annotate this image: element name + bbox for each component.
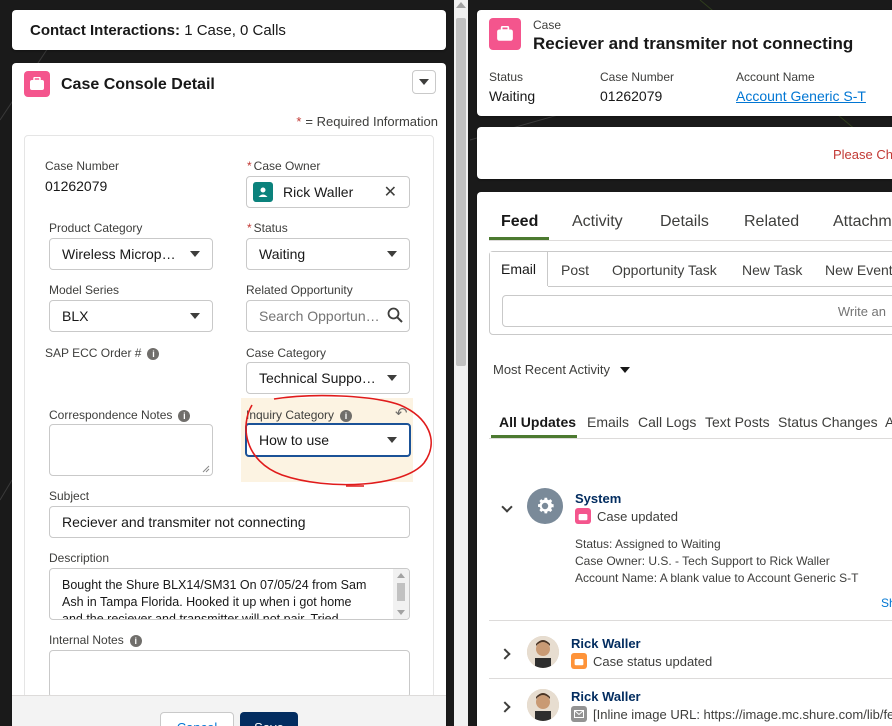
- contact-interactions-label: Contact Interactions:: [30, 22, 181, 39]
- publisher-input[interactable]: Write an: [502, 295, 892, 327]
- feed-author-rick-waller[interactable]: Rick Waller: [571, 636, 641, 651]
- sort-dropdown[interactable]: Most Recent Activity: [493, 362, 631, 377]
- scroll-up-icon[interactable]: [456, 2, 466, 8]
- avatar[interactable]: [527, 689, 559, 721]
- feed-action-text: [Inline image URL: https://image.mc.shur…: [593, 706, 892, 722]
- filter-tab-status-changes[interactable]: Status Changes: [778, 414, 878, 430]
- filter-tab-all-updates[interactable]: All Updates: [499, 414, 576, 430]
- publisher-tab-new-event[interactable]: New Event: [825, 262, 892, 278]
- feed-action: [Inline image URL: https://image.mc.shur…: [571, 706, 892, 722]
- contact-interactions-card: Contact Interactions: 1 Case, 0 Calls: [12, 10, 446, 50]
- contact-interactions-summary: 1 Case, 0 Calls: [184, 22, 286, 39]
- feed-divider: [489, 620, 892, 621]
- feed-detail-line: Case Owner: U.S. - Tech Support to Rick …: [575, 554, 830, 568]
- contact-interactions-text: Contact Interactions: 1 Case, 0 Calls: [30, 22, 286, 39]
- filter-tab-emails[interactable]: Emails: [587, 414, 629, 430]
- alert-text: Please Che: [833, 147, 892, 162]
- tab-activity[interactable]: Activity: [572, 213, 623, 231]
- tab-related[interactable]: Related: [744, 213, 799, 231]
- feed-action-text: Case updated: [597, 508, 678, 524]
- publisher-tab-new-task[interactable]: New Task: [742, 262, 802, 278]
- feed-author-rick-waller[interactable]: Rick Waller: [571, 689, 641, 704]
- page-scroll-thumb[interactable]: [456, 18, 466, 366]
- feed-action: Case updated: [575, 508, 678, 524]
- tab-feed[interactable]: Feed: [501, 213, 538, 231]
- avatar[interactable]: [527, 636, 559, 668]
- publisher-tab-opportunity-task[interactable]: Opportunity Task: [612, 262, 717, 278]
- annotation-ellipse: [245, 394, 432, 487]
- publisher-tab-post[interactable]: Post: [561, 262, 589, 278]
- save-button[interactable]: Save: [240, 712, 298, 726]
- case-briefcase-icon: [489, 18, 521, 50]
- tab-details[interactable]: Details: [660, 213, 709, 231]
- cancel-button[interactable]: Cancel: [160, 712, 234, 726]
- filter-tab-text-posts[interactable]: Text Posts: [705, 414, 770, 430]
- case-console-detail-card: Case Console Detail * = Required Informat…: [12, 63, 446, 726]
- feed-action: Case status updated: [571, 653, 712, 669]
- record-title: Reciever and transmiter not connecting: [533, 34, 854, 53]
- active-tab-indicator: [489, 237, 549, 240]
- status-highlight-value: Waiting: [489, 88, 536, 104]
- status-highlight-label: Status: [489, 70, 524, 84]
- account-name-link[interactable]: Account Generic S-T: [736, 88, 866, 104]
- feed-panel: Feed Activity Details Related Attachm Em…: [477, 192, 892, 726]
- publisher-tab-email[interactable]: Email: [490, 252, 548, 286]
- feed-divider: [489, 678, 892, 679]
- expand-chevron-icon[interactable]: [499, 701, 511, 713]
- tabs-divider: [489, 240, 892, 241]
- feed-detail-line: Account Name: A blank value to Account G…: [575, 571, 859, 585]
- case-briefcase-icon: [575, 508, 591, 524]
- system-avatar-gear-icon: [527, 488, 563, 524]
- case-status-icon: [571, 653, 587, 669]
- filter-tabs-divider: [489, 438, 892, 439]
- feed-action-text: Case status updated: [593, 653, 713, 669]
- account-name-label: Account Name: [736, 70, 815, 84]
- case-number-highlight-value: 01262079: [600, 88, 663, 104]
- form-footer: Cancel Save: [12, 695, 446, 726]
- filter-tab-call-logs[interactable]: Call Logs: [638, 414, 696, 430]
- feed-author-system[interactable]: System: [575, 491, 621, 506]
- collapse-chevron-icon[interactable]: [501, 501, 513, 513]
- case-number-highlight-label: Case Number: [600, 70, 675, 84]
- alert-banner: Please Che: [477, 127, 892, 179]
- feed-detail-line: Status: Assigned to Waiting: [575, 537, 721, 551]
- expand-chevron-icon[interactable]: [499, 648, 511, 660]
- publisher-tabs-divider: [548, 286, 892, 287]
- sort-label: Most Recent Activity: [493, 362, 611, 377]
- show-more-link[interactable]: Sh: [881, 596, 892, 610]
- chevron-down-icon: [620, 366, 631, 373]
- filter-tab-more[interactable]: A: [885, 414, 892, 430]
- email-icon: [571, 706, 587, 722]
- active-filter-indicator: [491, 435, 577, 438]
- record-object-label: Case: [533, 18, 562, 32]
- tab-attachments[interactable]: Attachm: [833, 213, 892, 231]
- record-header: Case Reciever and transmiter not connect…: [477, 10, 892, 116]
